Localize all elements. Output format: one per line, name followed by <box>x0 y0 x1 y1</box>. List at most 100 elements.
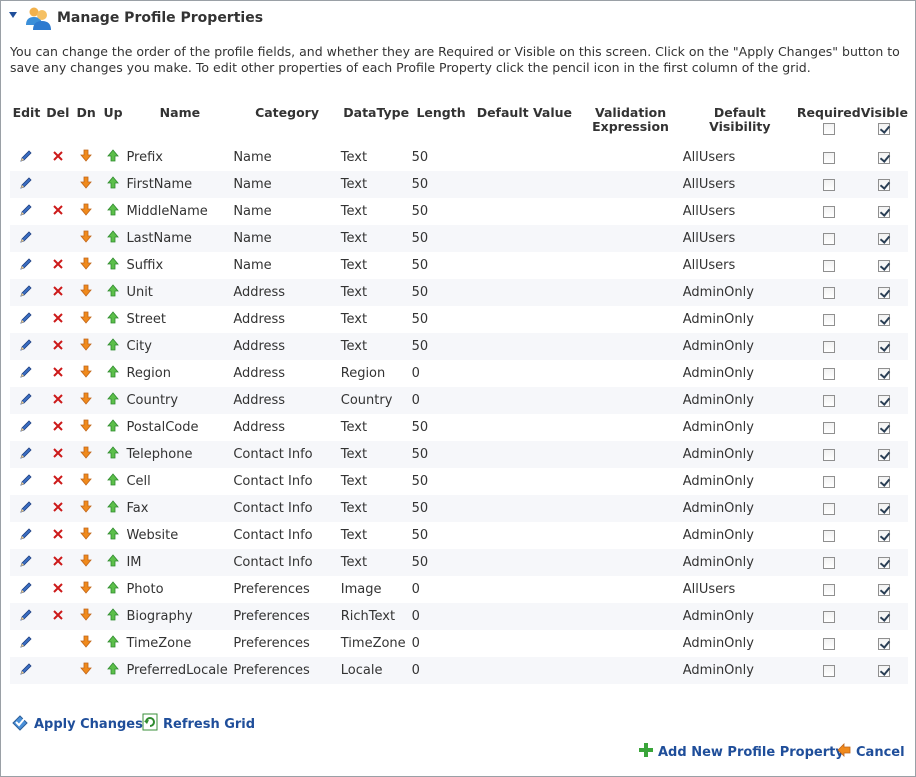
move-up-icon[interactable] <box>107 365 119 382</box>
pencil-icon[interactable] <box>19 527 33 545</box>
pencil-icon[interactable] <box>19 284 33 302</box>
visible-checkbox[interactable] <box>878 286 891 299</box>
pencil-icon[interactable] <box>19 446 33 464</box>
pencil-icon[interactable] <box>19 176 33 194</box>
move-up-icon[interactable] <box>107 608 119 625</box>
visible-checkbox[interactable] <box>878 556 891 569</box>
refresh-grid-button[interactable]: Refresh Grid <box>142 713 255 735</box>
pencil-icon[interactable] <box>19 311 33 329</box>
required-checkbox[interactable] <box>822 259 835 272</box>
visible-checkbox[interactable] <box>878 583 891 596</box>
visible-checkbox[interactable] <box>878 232 891 245</box>
pencil-icon[interactable] <box>19 635 33 653</box>
move-down-icon[interactable] <box>80 419 93 436</box>
move-down-icon[interactable] <box>80 554 93 571</box>
move-up-icon[interactable] <box>107 311 119 328</box>
delete-icon[interactable] <box>52 285 64 301</box>
required-checkbox[interactable] <box>822 556 835 569</box>
pencil-icon[interactable] <box>19 149 33 167</box>
delete-icon[interactable] <box>52 555 64 571</box>
visible-checkbox[interactable] <box>878 421 891 434</box>
visible-checkbox[interactable] <box>878 610 891 623</box>
pencil-icon[interactable] <box>19 365 33 383</box>
pencil-icon[interactable] <box>19 608 33 626</box>
collapse-arrow-icon[interactable] <box>9 12 17 18</box>
required-select-all-checkbox[interactable] <box>822 122 835 135</box>
required-checkbox[interactable] <box>822 340 835 353</box>
move-down-icon[interactable] <box>80 608 93 625</box>
move-down-icon[interactable] <box>80 203 93 220</box>
delete-icon[interactable] <box>52 582 64 598</box>
pencil-icon[interactable] <box>19 419 33 437</box>
move-up-icon[interactable] <box>107 176 119 193</box>
required-checkbox[interactable] <box>822 421 835 434</box>
required-checkbox[interactable] <box>822 313 835 326</box>
move-down-icon[interactable] <box>80 338 93 355</box>
delete-icon[interactable] <box>52 528 64 544</box>
required-checkbox[interactable] <box>822 637 835 650</box>
move-up-icon[interactable] <box>107 257 119 274</box>
required-checkbox[interactable] <box>822 664 835 677</box>
add-new-profile-property-button[interactable]: Add New Profile Property <box>639 743 844 761</box>
move-up-icon[interactable] <box>107 419 119 436</box>
move-up-icon[interactable] <box>107 392 119 409</box>
move-down-icon[interactable] <box>80 284 93 301</box>
required-checkbox[interactable] <box>822 502 835 515</box>
move-up-icon[interactable] <box>107 203 119 220</box>
delete-icon[interactable] <box>52 447 64 463</box>
visible-checkbox[interactable] <box>878 151 891 164</box>
pencil-icon[interactable] <box>19 230 33 248</box>
move-down-icon[interactable] <box>80 176 93 193</box>
move-down-icon[interactable] <box>80 257 93 274</box>
required-checkbox[interactable] <box>822 610 835 623</box>
visible-checkbox[interactable] <box>878 475 891 488</box>
move-down-icon[interactable] <box>80 581 93 598</box>
delete-icon[interactable] <box>52 258 64 274</box>
move-up-icon[interactable] <box>107 446 119 463</box>
move-up-icon[interactable] <box>107 149 119 166</box>
delete-icon[interactable] <box>52 474 64 490</box>
delete-icon[interactable] <box>52 420 64 436</box>
delete-icon[interactable] <box>52 393 64 409</box>
required-checkbox[interactable] <box>822 448 835 461</box>
delete-icon[interactable] <box>52 150 64 166</box>
pencil-icon[interactable] <box>19 581 33 599</box>
delete-icon[interactable] <box>52 312 64 328</box>
visible-checkbox[interactable] <box>878 259 891 272</box>
visible-checkbox[interactable] <box>878 502 891 515</box>
move-up-icon[interactable] <box>107 662 119 679</box>
visible-checkbox[interactable] <box>878 313 891 326</box>
move-up-icon[interactable] <box>107 554 119 571</box>
required-checkbox[interactable] <box>822 529 835 542</box>
move-up-icon[interactable] <box>107 500 119 517</box>
move-up-icon[interactable] <box>107 473 119 490</box>
move-up-icon[interactable] <box>107 527 119 544</box>
visible-checkbox[interactable] <box>878 664 891 677</box>
move-down-icon[interactable] <box>80 311 93 328</box>
move-down-icon[interactable] <box>80 635 93 652</box>
pencil-icon[interactable] <box>19 392 33 410</box>
move-down-icon[interactable] <box>80 527 93 544</box>
visible-select-all-checkbox[interactable] <box>878 122 891 135</box>
visible-checkbox[interactable] <box>878 529 891 542</box>
pencil-icon[interactable] <box>19 473 33 491</box>
delete-icon[interactable] <box>52 204 64 220</box>
move-down-icon[interactable] <box>80 446 93 463</box>
visible-checkbox[interactable] <box>878 394 891 407</box>
move-up-icon[interactable] <box>107 581 119 598</box>
visible-checkbox[interactable] <box>878 367 891 380</box>
move-down-icon[interactable] <box>80 500 93 517</box>
move-up-icon[interactable] <box>107 635 119 652</box>
delete-icon[interactable] <box>52 609 64 625</box>
pencil-icon[interactable] <box>19 203 33 221</box>
pencil-icon[interactable] <box>19 662 33 680</box>
move-down-icon[interactable] <box>80 473 93 490</box>
move-up-icon[interactable] <box>107 284 119 301</box>
required-checkbox[interactable] <box>822 232 835 245</box>
delete-icon[interactable] <box>52 339 64 355</box>
delete-icon[interactable] <box>52 366 64 382</box>
required-checkbox[interactable] <box>822 367 835 380</box>
required-checkbox[interactable] <box>822 151 835 164</box>
required-checkbox[interactable] <box>822 205 835 218</box>
move-down-icon[interactable] <box>80 662 93 679</box>
